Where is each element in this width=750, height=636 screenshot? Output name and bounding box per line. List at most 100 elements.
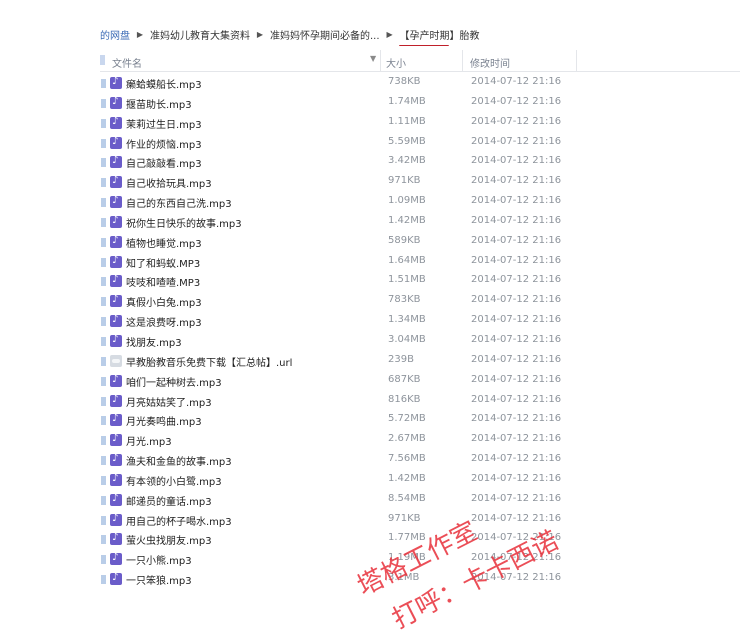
file-name[interactable]: 作业的烦恼.mp3 [126,136,202,151]
file-name[interactable]: 月光奏鸣曲.mp3 [126,413,202,428]
row-checkbox[interactable] [101,555,106,565]
file-size: 1.42MB [388,214,426,226]
row-checkbox[interactable] [101,416,106,426]
file-name[interactable]: 自己敲敲看.mp3 [126,155,202,170]
file-name[interactable]: 月光.mp3 [126,433,172,448]
file-name[interactable]: 祝你生日快乐的故事.mp3 [126,215,242,230]
audio-file-icon [110,255,122,268]
row-checkbox[interactable] [101,495,106,505]
file-name[interactable]: 知了和蚂蚁.MP3 [126,255,200,270]
row-checkbox[interactable] [101,376,106,386]
row-checkbox[interactable] [101,336,106,346]
row-checkbox[interactable] [101,257,106,267]
sort-down-icon[interactable]: ▼ [370,54,376,63]
file-row[interactable]: 自己敲敲看.mp3 3.42MB 2014-07-12 21:16 [100,152,740,172]
file-name[interactable]: 找朋友.mp3 [126,334,182,349]
audio-file-icon [110,215,122,228]
header-checkbox[interactable] [100,55,105,65]
audio-file-icon [110,274,122,288]
file-name[interactable]: 一只小熊.mp3 [126,552,192,567]
file-name[interactable]: 月亮姑姑笑了.mp3 [126,394,212,409]
row-checkbox[interactable] [101,456,106,466]
file-row[interactable]: 用自己的杯子喝水.mp3 971KB 2014-07-12 21:16 [100,510,740,530]
file-modified: 2014-07-12 21:16 [471,532,562,544]
row-checkbox[interactable] [101,475,106,485]
file-name[interactable]: 这是浪费呀.mp3 [126,314,202,329]
audio-file-icon [110,552,122,566]
file-row[interactable]: 植物也睡觉.mp3 589KB 2014-07-12 21:16 [100,232,740,252]
file-size: 971KB [388,175,421,187]
file-row[interactable]: 这是浪费呀.mp3 1.34MB 2014-07-12 21:16 [100,311,740,331]
file-name[interactable]: 吱吱和喳喳.MP3 [126,274,200,289]
row-checkbox[interactable] [101,317,106,327]
file-row[interactable]: 真假小白兔.mp3 783KB 2014-07-12 21:16 [100,291,740,311]
breadcrumb-item-edu[interactable]: 准妈幼儿教育大集资料 [146,27,254,42]
row-checkbox[interactable] [101,178,106,188]
file-name[interactable]: 揠苗助长.mp3 [126,96,192,111]
file-name[interactable]: 自己的东西自己洗.mp3 [126,195,232,210]
file-modified: 2014-07-12 21:16 [471,115,562,127]
file-row[interactable]: 自己收拾玩具.mp3 971KB 2014-07-12 21:16 [100,172,740,192]
column-divider[interactable] [576,50,577,71]
row-checkbox[interactable] [101,79,106,88]
row-checkbox[interactable] [101,138,106,148]
row-checkbox[interactable] [101,198,106,208]
file-name[interactable]: 咱们一起种树去.mp3 [126,374,222,389]
file-name[interactable]: 渔夫和金鱼的故事.mp3 [126,453,232,468]
breadcrumb-item-root[interactable]: 的网盘 [100,27,134,42]
audio-file-icon [110,116,122,129]
file-row[interactable]: 揠苗助长.mp3 1.74MB 2014-07-12 21:16 [100,93,740,113]
file-name[interactable]: 植物也睡觉.mp3 [126,235,202,250]
file-row[interactable]: 一只笨狼.mp3 3.1MB 2014-07-12 21:16 [100,569,740,589]
column-header-size[interactable]: 大小 [386,55,406,70]
file-row[interactable]: 有本领的小白鹭.mp3 1.42MB 2014-07-12 21:16 [100,470,740,490]
file-row[interactable]: 自己的东西自己洗.mp3 1.09MB 2014-07-12 21:16 [100,192,740,212]
row-checkbox[interactable] [101,515,106,525]
file-name[interactable]: 有本领的小白鹭.mp3 [126,473,222,488]
row-checkbox[interactable] [101,297,106,307]
file-name[interactable]: 用自己的杯子喝水.mp3 [126,513,232,528]
file-name[interactable]: 自己收拾玩具.mp3 [126,175,212,190]
row-checkbox[interactable] [101,158,106,168]
file-name[interactable]: 早教胎教音乐免费下载【汇总帖】.url [126,354,292,369]
file-name[interactable]: 癞蛤蟆船长.mp3 [126,76,202,91]
row-checkbox[interactable] [101,237,106,247]
file-row[interactable]: 茉莉过生日.mp3 1.11MB 2014-07-12 21:16 [100,113,740,133]
file-row[interactable]: 渔夫和金鱼的故事.mp3 7.56MB 2014-07-12 21:16 [100,450,740,470]
file-row[interactable]: 萤火虫找朋友.mp3 1.77MB 2014-07-12 21:16 [100,529,740,549]
file-name[interactable]: 萤火虫找朋友.mp3 [126,532,212,547]
file-row[interactable]: 癞蛤蟆船长.mp3 738KB 2014-07-12 21:16 [100,73,740,93]
file-row[interactable]: 月亮姑姑笑了.mp3 816KB 2014-07-12 21:16 [100,391,740,411]
file-row[interactable]: 早教胎教音乐免费下载【汇总帖】.url 239B 2014-07-12 21:16 [100,351,740,371]
row-checkbox[interactable] [101,356,106,366]
file-name[interactable]: 茉莉过生日.mp3 [126,116,202,131]
row-checkbox[interactable] [101,396,106,406]
row-checkbox[interactable] [101,118,106,128]
file-name[interactable]: 邮递员的童话.mp3 [126,493,212,508]
row-checkbox[interactable] [101,436,106,446]
file-row[interactable]: 邮递员的童话.mp3 8.54MB 2014-07-12 21:16 [100,490,740,510]
file-row[interactable]: 吱吱和喳喳.MP3 1.51MB 2014-07-12 21:16 [100,271,740,291]
file-row[interactable]: 月光奏鸣曲.mp3 5.72MB 2014-07-12 21:16 [100,410,740,430]
row-checkbox[interactable] [101,98,106,108]
file-name[interactable]: 一只笨狼.mp3 [126,572,192,587]
file-row[interactable]: 作业的烦恼.mp3 5.59MB 2014-07-12 21:16 [100,133,740,153]
file-row[interactable]: 月光.mp3 2.67MB 2014-07-12 21:16 [100,430,740,450]
row-checkbox[interactable] [101,217,106,227]
file-row[interactable]: 知了和蚂蚁.MP3 1.64MB 2014-07-12 21:16 [100,252,740,272]
column-header-modified[interactable]: 修改时间 [470,55,510,70]
row-checkbox[interactable] [101,277,106,287]
row-checkbox[interactable] [101,535,106,545]
file-row[interactable]: 一只小熊.mp3 1.19MB 2014-07-12 21:16 [100,549,740,569]
file-row[interactable]: 祝你生日快乐的故事.mp3 1.42MB 2014-07-12 21:16 [100,212,740,232]
column-divider[interactable] [462,50,463,71]
file-row[interactable]: 咱们一起种树去.mp3 687KB 2014-07-12 21:16 [100,371,740,391]
row-checkbox[interactable] [101,575,106,585]
column-header-name[interactable]: 文件名 [112,55,142,70]
breadcrumb-item-current: 【孕产时期】胎教 [396,27,484,46]
breadcrumb-item-pregnancy[interactable]: 准妈妈怀孕期间必备的... [266,27,384,42]
file-name[interactable]: 真假小白兔.mp3 [126,294,202,309]
file-row[interactable]: 找朋友.mp3 3.04MB 2014-07-12 21:16 [100,331,740,351]
column-divider[interactable] [380,50,381,71]
file-modified: 2014-07-12 21:16 [471,453,562,465]
